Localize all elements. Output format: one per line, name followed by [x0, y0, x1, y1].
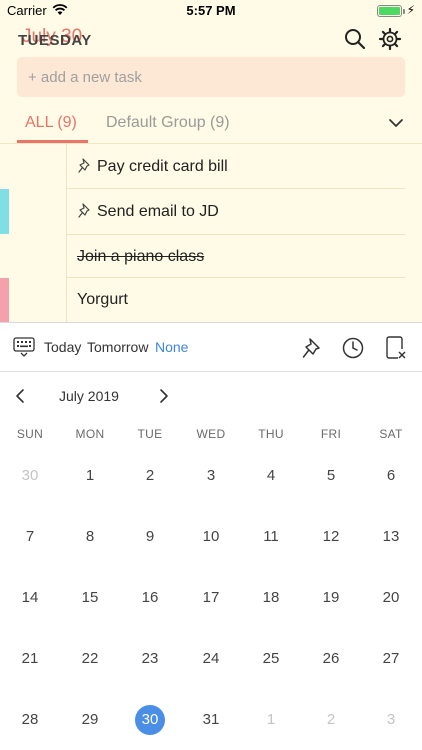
calendar-day[interactable]: 26: [301, 644, 361, 674]
weekday-label: FRI: [320, 427, 342, 441]
calendar-day[interactable]: 21: [0, 644, 60, 674]
calendar-day[interactable]: 25: [241, 644, 301, 674]
pin-icon: [78, 158, 90, 173]
task-color-tag: [0, 189, 9, 234]
task-text: Send email to JD: [97, 203, 219, 220]
weekday-label: SAT: [379, 427, 403, 441]
keyboard-icon[interactable]: [13, 337, 35, 357]
calendar-day[interactable]: 24: [181, 644, 241, 674]
task-text: Pay credit card bill: [97, 158, 228, 175]
tab-default-group[interactable]: Default Group (9): [106, 114, 230, 132]
calendar-day[interactable]: 22: [60, 644, 120, 674]
calendar-day-selected[interactable]: 30: [120, 705, 180, 735]
today-button[interactable]: Today: [44, 339, 81, 355]
calendar-day[interactable]: 6: [361, 461, 421, 491]
weekday-label: TUESDAY: [18, 32, 92, 49]
gear-icon[interactable]: [378, 27, 402, 51]
weekday-label: WED: [196, 427, 226, 441]
calendar-day[interactable]: 27: [361, 644, 421, 674]
calendar-day[interactable]: 11: [241, 522, 301, 552]
calendar-day[interactable]: 28: [0, 705, 60, 735]
task-text: Yorgurt: [77, 291, 128, 308]
task-color-tag: [0, 278, 9, 322]
weekday-label: SUN: [16, 427, 44, 441]
calendar-day[interactable]: 1: [60, 461, 120, 491]
calendar-day[interactable]: 2: [120, 461, 180, 491]
calendar-day[interactable]: 20: [361, 583, 421, 613]
calendar-day[interactable]: 8: [60, 522, 120, 552]
calendar-day[interactable]: 31: [181, 705, 241, 735]
calendar-day[interactable]: 17: [181, 583, 241, 613]
task-row[interactable]: Pay credit card bill: [0, 144, 422, 189]
add-task-field[interactable]: [17, 57, 405, 97]
toolbar-divider: [0, 371, 422, 372]
date-toolbar: Today Tomorrow None: [0, 323, 422, 371]
pin-icon: [78, 203, 90, 218]
calendar-day[interactable]: 14: [0, 583, 60, 613]
weekday-label: THU: [258, 427, 284, 441]
clear-date-icon[interactable]: [386, 336, 406, 360]
calendar-day[interactable]: 29: [60, 705, 120, 735]
tab-all[interactable]: ALL (9): [25, 114, 77, 132]
calendar-day[interactable]: 9: [120, 522, 180, 552]
status-bar: Carrier 5:57 PM ⚡: [0, 0, 422, 22]
weekday-label: MON: [75, 427, 105, 441]
calendar-day[interactable]: 12: [301, 522, 361, 552]
tomorrow-button[interactable]: Tomorrow: [87, 339, 148, 355]
task-row[interactable]: Send email to JD: [0, 189, 422, 235]
calendar-day[interactable]: 3: [361, 705, 421, 735]
calendar-day[interactable]: 10: [181, 522, 241, 552]
chevron-left-icon[interactable]: [13, 387, 29, 405]
calendar-day[interactable]: 3: [181, 461, 241, 491]
clock-icon[interactable]: [342, 337, 364, 359]
task-panel: Carrier 5:57 PM ⚡ TUESDAY July 30 ALL (9…: [0, 0, 422, 322]
task-row[interactable]: Join a piano class: [0, 235, 422, 278]
search-icon[interactable]: [343, 27, 367, 51]
clock-time: 5:57 PM: [186, 3, 236, 18]
calendar-day[interactable]: 4: [241, 461, 301, 491]
charging-icon: ⚡: [406, 3, 415, 17]
page-title: TUESDAY July 30: [18, 26, 91, 49]
task-text-completed: Join a piano class: [77, 248, 205, 265]
calendar-day[interactable]: 13: [361, 522, 421, 552]
calendar-day[interactable]: 15: [60, 583, 120, 613]
calendar-day[interactable]: 18: [241, 583, 301, 613]
chevron-down-icon[interactable]: [387, 116, 405, 130]
calendar-day[interactable]: 19: [301, 583, 361, 613]
task-row[interactable]: Yorgurt: [0, 278, 422, 322]
weekday-label: TUE: [137, 427, 163, 441]
add-task-input[interactable]: [17, 57, 405, 97]
battery-icon: [377, 5, 405, 17]
calendar-day[interactable]: 23: [120, 644, 180, 674]
chevron-right-icon[interactable]: [155, 387, 171, 405]
calendar-day[interactable]: 7: [0, 522, 60, 552]
calendar-day[interactable]: 2: [301, 705, 361, 735]
calendar-day[interactable]: 1: [241, 705, 301, 735]
none-button[interactable]: None: [155, 339, 188, 355]
calendar-day[interactable]: 5: [301, 461, 361, 491]
pin-icon[interactable]: [302, 337, 322, 359]
calendar-day[interactable]: 30: [0, 461, 60, 491]
calendar-month-label: July 2019: [59, 388, 119, 404]
calendar-day[interactable]: 16: [120, 583, 180, 613]
